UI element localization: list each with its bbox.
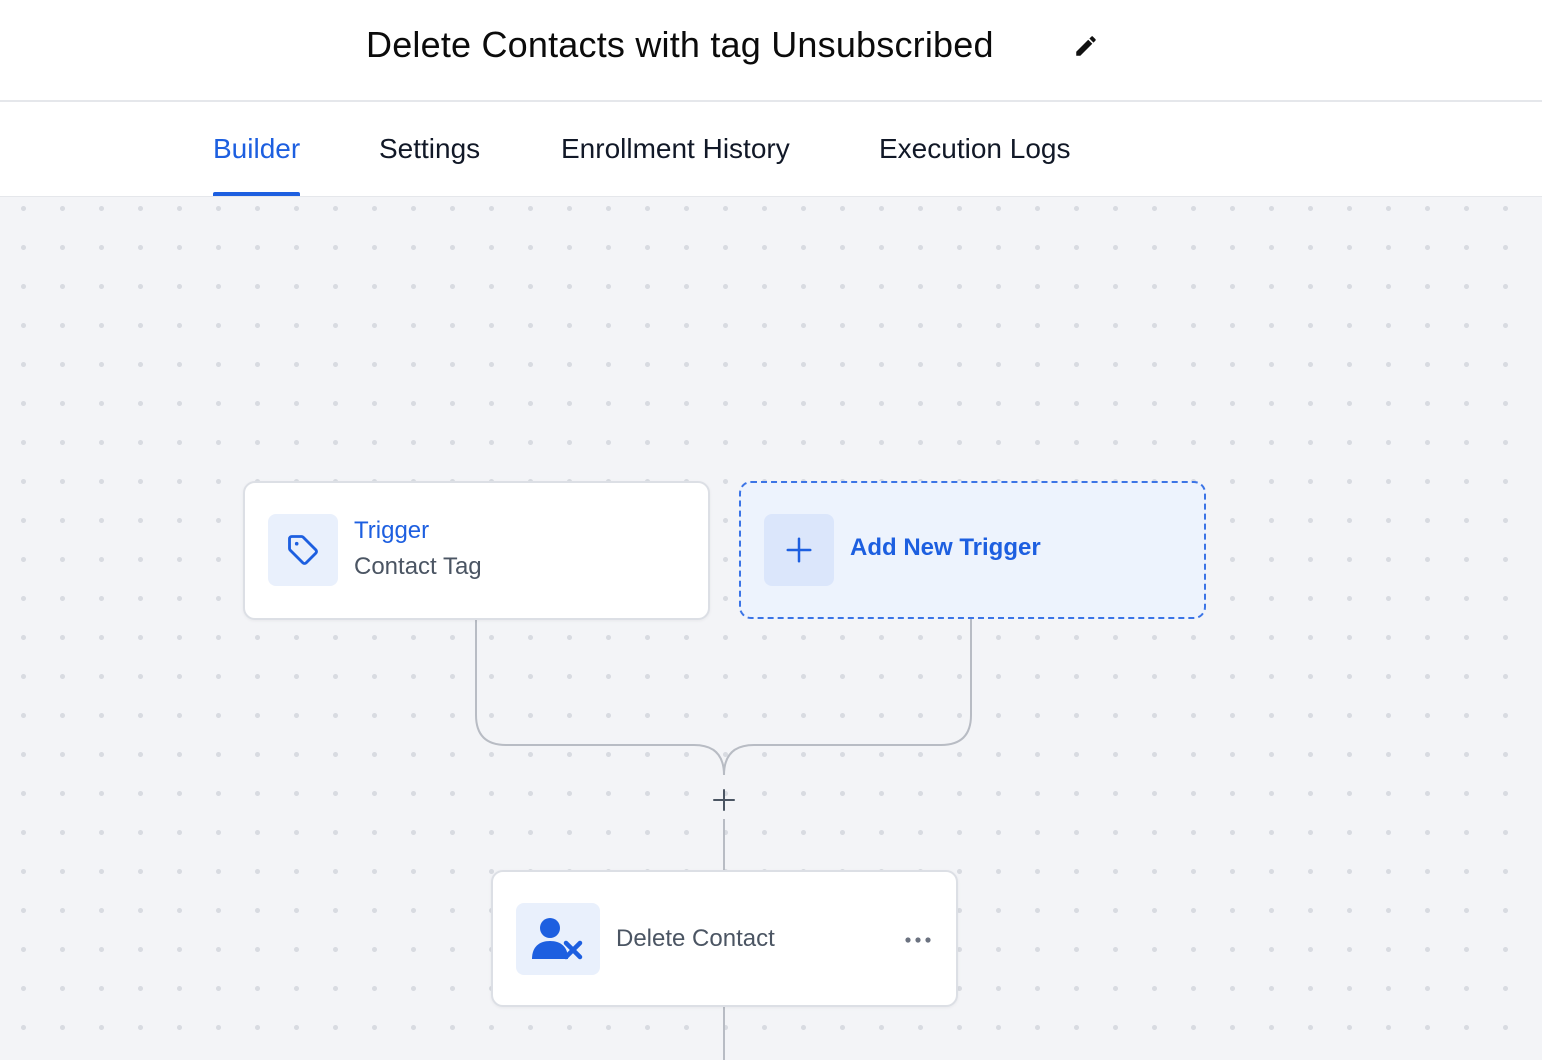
add-trigger-icon-box <box>764 514 834 586</box>
tab-settings[interactable]: Settings <box>379 102 480 196</box>
action-icon-box <box>516 903 600 975</box>
tab-settings-label: Settings <box>379 133 481 164</box>
trigger-node[interactable]: Trigger Contact Tag <box>243 481 710 620</box>
tab-execution-logs-label: Execution Logs <box>879 133 1071 164</box>
user-delete-icon <box>532 918 583 960</box>
action-menu-button[interactable] <box>898 928 938 952</box>
trigger-icon-box <box>268 514 338 586</box>
tab-execution-logs[interactable]: Execution Logs <box>879 102 1070 196</box>
tab-enrollment-history[interactable]: Enrollment History <box>561 102 790 196</box>
tab-enrollment-history-label: Enrollment History <box>561 133 790 164</box>
plus-icon <box>713 789 735 811</box>
tab-builder-label: Builder <box>213 133 301 164</box>
action-label: Delete Contact <box>616 925 775 952</box>
plus-icon <box>786 537 812 563</box>
add-step-button[interactable] <box>708 784 740 816</box>
add-new-trigger-label: Add New Trigger <box>850 534 1041 561</box>
trigger-title: Trigger <box>354 517 430 544</box>
workflow-tabs: Builder Settings Enrollment History Exec… <box>0 102 1542 197</box>
builder-canvas[interactable]: Trigger Contact Tag Add New Trigger Dele… <box>0 197 1542 1060</box>
pencil-icon <box>1076 36 1096 56</box>
add-new-trigger-button[interactable]: Add New Trigger <box>739 481 1206 619</box>
action-node-delete-contact[interactable]: Delete Contact <box>491 870 958 1007</box>
tag-icon <box>288 535 318 565</box>
more-horizontal-icon <box>905 937 931 943</box>
workflow-header: Delete Contacts with tag Unsubscribed <box>0 0 1542 102</box>
trigger-subtitle: Contact Tag <box>354 553 482 580</box>
workflow-title: Delete Contacts with tag Unsubscribed <box>366 24 994 65</box>
edit-title-button[interactable] <box>1068 28 1104 64</box>
tab-builder[interactable]: Builder <box>213 102 301 196</box>
